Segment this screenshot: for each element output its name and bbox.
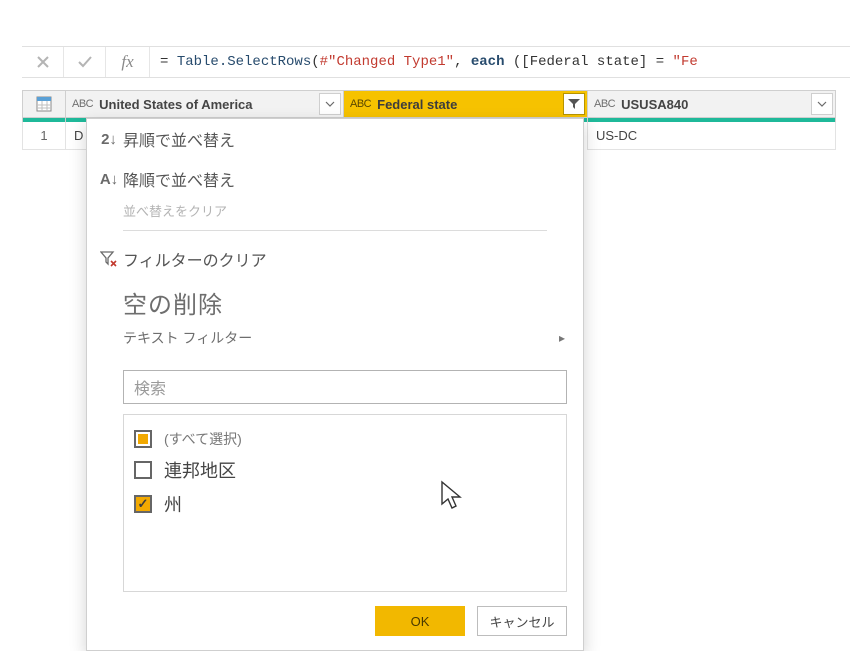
sort-descending[interactable]: A↓ 降順で並べ替え bbox=[87, 159, 583, 199]
filter-value-federal-district[interactable]: 連邦地区 bbox=[134, 453, 556, 487]
column-header-federal-state[interactable]: ABC Federal state bbox=[343, 90, 588, 118]
table-menu-button[interactable] bbox=[22, 90, 66, 118]
clear-filter[interactable]: フィルターのクリア bbox=[87, 239, 583, 279]
abc-type-icon: ABC bbox=[72, 98, 93, 110]
text-filters[interactable]: テキスト フィルター ▸ bbox=[87, 322, 583, 360]
filter-value-list: (すべて選択) 連邦地区 州 bbox=[123, 414, 567, 592]
sort-desc-icon: A↓ bbox=[95, 171, 123, 188]
column-filter-button[interactable] bbox=[319, 93, 341, 115]
column-header-usa[interactable]: ABC United States of America bbox=[65, 90, 344, 118]
checkbox-checked[interactable] bbox=[134, 495, 152, 513]
formula-input[interactable]: = Table.SelectRows(#"Changed Type1", eac… bbox=[150, 47, 850, 77]
column-header-ususa840[interactable]: ABC USUSA840 bbox=[587, 90, 836, 118]
abc-type-icon: ABC bbox=[350, 98, 371, 110]
clear-sort: 並べ替えをクリア bbox=[87, 201, 583, 220]
filter-value-state[interactable]: 州 bbox=[134, 487, 556, 521]
ok-button[interactable]: OK bbox=[375, 606, 465, 636]
table-icon bbox=[36, 96, 52, 112]
sort-asc-icon: 2↓ bbox=[95, 131, 123, 148]
clear-filter-icon bbox=[95, 251, 123, 267]
filter-select-all[interactable]: (すべて選択) bbox=[134, 425, 556, 453]
checkbox-unchecked[interactable] bbox=[134, 461, 152, 479]
submenu-arrow-icon: ▸ bbox=[559, 331, 565, 345]
check-icon bbox=[77, 55, 93, 69]
formula-cancel-button[interactable] bbox=[22, 47, 64, 77]
column-header-label: Federal state bbox=[377, 97, 457, 112]
formula-commit-button[interactable] bbox=[64, 47, 106, 77]
separator bbox=[123, 230, 547, 231]
column-filter-button[interactable] bbox=[811, 93, 833, 115]
chevron-down-icon bbox=[817, 101, 827, 107]
remove-empty[interactable]: 空の削除 bbox=[87, 279, 583, 322]
search-input[interactable]: 検索 bbox=[123, 370, 567, 404]
table-cell[interactable]: US-DC bbox=[587, 122, 836, 150]
row-number[interactable]: 1 bbox=[22, 122, 66, 150]
x-icon bbox=[36, 55, 50, 69]
abc-type-icon: ABC bbox=[594, 98, 615, 110]
fx-icon[interactable]: fx bbox=[106, 47, 150, 77]
chevron-down-icon bbox=[325, 101, 335, 107]
checkbox-indeterminate[interactable] bbox=[134, 430, 152, 448]
formula-bar: fx = Table.SelectRows(#"Changed Type1", … bbox=[22, 46, 850, 78]
column-header-label: United States of America bbox=[99, 97, 252, 112]
filter-dropdown: 2↓ 昇順で並べ替え A↓ 降順で並べ替え 並べ替えをクリア フィルターのクリア… bbox=[86, 118, 584, 651]
column-filter-button-active[interactable] bbox=[563, 93, 585, 115]
sort-ascending[interactable]: 2↓ 昇順で並べ替え bbox=[87, 119, 583, 159]
filter-applied-icon bbox=[567, 98, 581, 110]
cancel-button[interactable]: キャンセル bbox=[477, 606, 567, 636]
column-header-label: USUSA840 bbox=[621, 97, 688, 112]
